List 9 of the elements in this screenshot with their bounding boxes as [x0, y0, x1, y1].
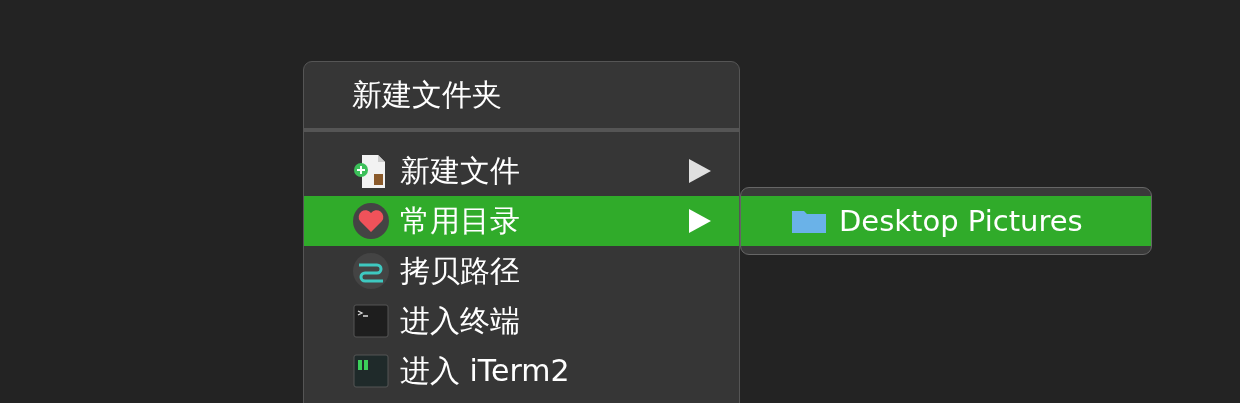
menu-item[interactable]: 新建文件	[304, 146, 739, 196]
menu-item[interactable]: 拷贝路径	[304, 246, 739, 296]
path-icon	[352, 252, 390, 290]
iterm-icon	[352, 352, 390, 390]
menu-item[interactable]: 新建文件夹	[304, 70, 739, 120]
folder-icon	[791, 208, 827, 234]
menu-item[interactable]: 进入 iTerm2	[304, 346, 739, 396]
menu-item[interactable]: 进入终端	[304, 296, 739, 346]
terminal-icon	[352, 302, 390, 340]
